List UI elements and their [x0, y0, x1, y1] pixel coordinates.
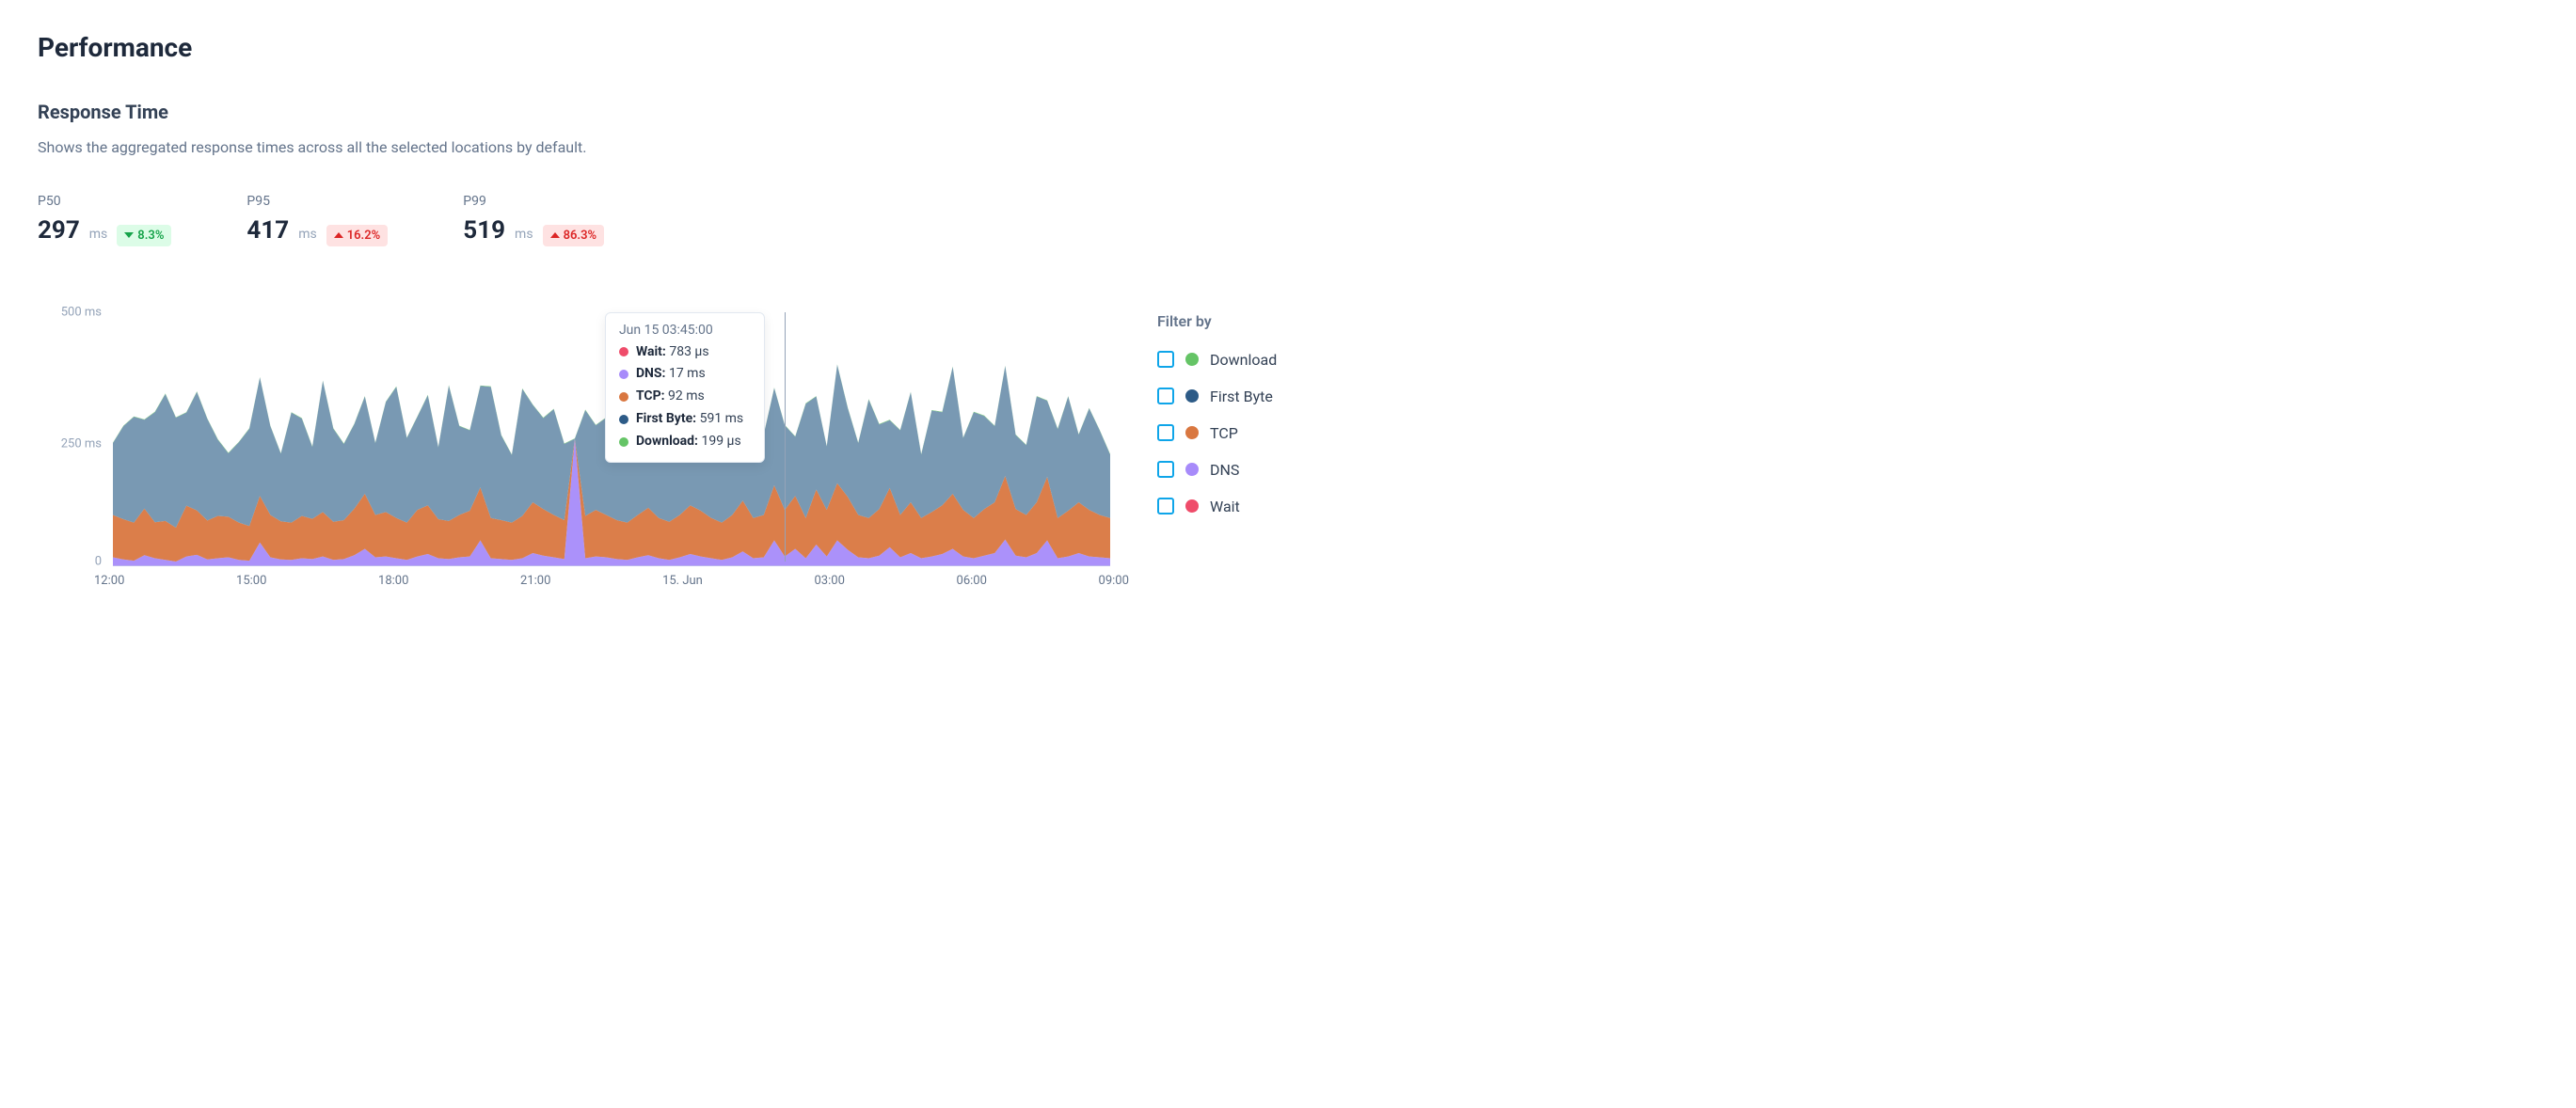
metric-delta-badge: 16.2% [326, 225, 389, 246]
metric-p99: P99 519 ms 86.3% [463, 194, 604, 246]
checkbox-icon[interactable] [1157, 351, 1174, 368]
legend-dot-icon [1185, 499, 1199, 513]
checkbox-icon[interactable] [1157, 388, 1174, 404]
metric-unit: ms [515, 227, 533, 242]
dot-icon [619, 415, 628, 424]
tooltip-val: 92 ms [668, 388, 705, 404]
checkbox-icon[interactable] [1157, 498, 1174, 514]
metric-value: 417 [246, 216, 289, 245]
filter-item-wait[interactable]: Wait [1157, 498, 1277, 515]
metric-p95: P95 417 ms 16.2% [246, 194, 388, 246]
dot-icon [619, 437, 628, 447]
filter-label: Wait [1210, 498, 1240, 515]
metric-unit: ms [298, 227, 317, 242]
tooltip-val: 199 µs [701, 434, 740, 449]
filter-label: DNS [1210, 461, 1239, 479]
y-tick: 250 ms [38, 436, 113, 451]
dot-icon [619, 370, 628, 379]
tooltip-row: DNS: 17 ms [619, 363, 751, 386]
filter-item-tcp[interactable]: TCP [1157, 424, 1277, 442]
x-tick: 15. Jun [662, 574, 703, 588]
x-tick: 21:00 [520, 574, 550, 588]
metrics-row: P50 297 ms 8.3% P95 417 ms 16.2% P99 519… [38, 194, 2538, 246]
dot-icon [619, 392, 628, 402]
filter-label: TCP [1210, 424, 1238, 442]
tooltip-key: DNS: [636, 366, 666, 381]
metric-delta: 16.2% [347, 229, 381, 243]
metric-delta: 8.3% [137, 229, 164, 243]
metric-value: 519 [463, 216, 505, 245]
filter-title: Filter by [1157, 312, 1277, 330]
tooltip-key: First Byte: [636, 411, 696, 426]
filter-item-dns[interactable]: DNS [1157, 461, 1277, 479]
metric-value: 297 [38, 216, 80, 245]
tooltip-key: Wait: [636, 344, 666, 359]
filter-label: Download [1210, 351, 1277, 369]
filter-item-download[interactable]: Download [1157, 351, 1277, 369]
y-tick: 500 ms [38, 305, 113, 319]
triangle-up-icon [550, 232, 560, 238]
metric-p50: P50 297 ms 8.3% [38, 194, 171, 246]
x-tick: 12:00 [94, 574, 124, 588]
triangle-up-icon [334, 232, 343, 238]
triangle-down-icon [124, 232, 134, 238]
metric-unit: ms [89, 227, 108, 242]
metric-delta-badge: 86.3% [543, 225, 605, 246]
filter-panel: Filter by Download First Byte TCP DNS Wait [1157, 312, 1277, 534]
legend-dot-icon [1185, 353, 1199, 366]
metric-delta-badge: 8.3% [117, 225, 171, 246]
section-title: Response Time [38, 101, 2538, 123]
response-time-chart[interactable]: 500 ms 250 ms 0 12:00 15:00 18:00 21:00 … [38, 312, 1110, 588]
legend-dot-icon [1185, 426, 1199, 439]
x-tick: 06:00 [957, 574, 987, 588]
checkbox-icon[interactable] [1157, 461, 1174, 478]
tooltip-row: Wait: 783 µs [619, 341, 751, 364]
chart-hover-line [785, 312, 786, 562]
tooltip-row: TCP: 92 ms [619, 386, 751, 408]
tooltip-key: Download: [636, 434, 698, 449]
tooltip-val: 591 ms [700, 411, 744, 426]
metric-label: P50 [38, 194, 171, 209]
x-axis: 12:00 15:00 18:00 21:00 15. Jun 03:00 06… [94, 574, 1129, 588]
tooltip-key: TCP: [636, 388, 665, 404]
y-axis: 500 ms 250 ms 0 [38, 312, 113, 562]
metric-label: P99 [463, 194, 604, 209]
y-tick: 0 [38, 554, 113, 568]
tooltip-val: 783 µs [669, 344, 708, 359]
x-tick: 03:00 [815, 574, 845, 588]
filter-item-firstbyte[interactable]: First Byte [1157, 388, 1277, 405]
legend-dot-icon [1185, 463, 1199, 476]
page-title: Performance [38, 32, 2538, 63]
metric-delta: 86.3% [564, 229, 597, 243]
checkbox-icon[interactable] [1157, 424, 1174, 441]
tooltip-row: Download: 199 µs [619, 431, 751, 453]
x-tick: 15:00 [236, 574, 266, 588]
tooltip-title: Jun 15 03:45:00 [619, 323, 751, 338]
legend-dot-icon [1185, 389, 1199, 403]
tooltip-row: First Byte: 591 ms [619, 408, 751, 431]
tooltip-val: 17 ms [669, 366, 706, 381]
metric-label: P95 [246, 194, 388, 209]
dot-icon [619, 347, 628, 356]
x-tick: 09:00 [1099, 574, 1129, 588]
section-description: Shows the aggregated response times acro… [38, 138, 2538, 156]
chart-tooltip: Jun 15 03:45:00 Wait: 783 µs DNS: 17 ms … [605, 312, 765, 464]
x-tick: 18:00 [378, 574, 408, 588]
filter-label: First Byte [1210, 388, 1273, 405]
